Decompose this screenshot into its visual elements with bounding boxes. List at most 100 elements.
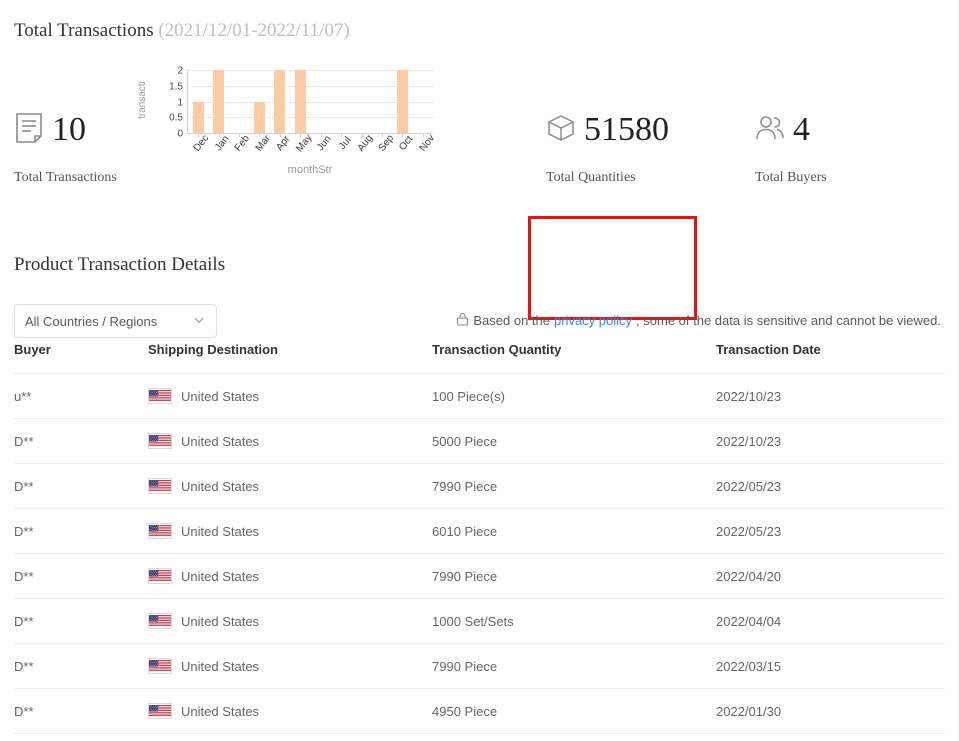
- us-flag-icon: [148, 703, 172, 719]
- cell-shipping-destination: United States: [148, 643, 432, 689]
- users-icon: [755, 114, 785, 147]
- kpi-value: 4: [793, 111, 810, 148]
- kpi-total-buyers: 4 Total Buyers: [755, 108, 959, 186]
- country-region-select[interactable]: All Countries / Regions: [14, 304, 217, 338]
- cell-transaction-date: 2022/04/04: [716, 598, 945, 644]
- cell-transaction-date: 2022/10/23: [716, 418, 945, 464]
- cell-transaction-quantity: 7990 Piece: [432, 643, 716, 689]
- privacy-policy-link[interactable]: privacy policy: [554, 313, 632, 328]
- document-icon: [14, 112, 44, 149]
- kpi-label: Total Quantities: [546, 170, 636, 185]
- chart-y-tick-label: 2: [177, 65, 183, 77]
- filter-row: All Countries / Regions Based on the pri…: [0, 304, 959, 338]
- box-icon: [546, 113, 576, 148]
- destination-name: United States: [181, 568, 260, 584]
- kpi-total-transactions: 10 Total Transactions: [14, 108, 244, 186]
- chart-y-tick-label: 1.5: [169, 81, 183, 93]
- cell-buyer: D**: [14, 598, 148, 644]
- table-row[interactable]: D** United States 7990 Piece 2022/05/23: [14, 463, 945, 509]
- destination-name: United States: [181, 703, 260, 719]
- table-row[interactable]: D** United States 6010 Piece 2022/05/23: [14, 508, 945, 554]
- cell-transaction-quantity: 7990 Piece: [432, 553, 716, 599]
- table-header-row: Buyer Shipping Destination Transaction Q…: [14, 342, 945, 374]
- cell-transaction-date: 2022/01/30: [716, 688, 945, 734]
- table-row[interactable]: D** United States 7990 Piece 2022/04/20: [14, 553, 945, 599]
- table-row[interactable]: D** United States 7990 Piece 2022/03/15: [14, 643, 945, 689]
- destination-wrapper: United States: [148, 433, 432, 449]
- cell-buyer: D**: [14, 463, 148, 509]
- us-flag-icon: [148, 478, 172, 494]
- kpi-total-quantities: 51580 Total Quantities: [546, 108, 776, 186]
- cell-transaction-date: 2022/10/23: [716, 373, 945, 419]
- cell-buyer: D**: [14, 688, 148, 734]
- us-flag-icon: [148, 388, 172, 404]
- cell-shipping-destination: United States: [148, 373, 432, 419]
- destination-wrapper: United States: [148, 613, 432, 629]
- cell-buyer: D**: [14, 553, 148, 599]
- cell-buyer: u**: [14, 373, 148, 419]
- column-header-buyer: Buyer: [14, 342, 148, 374]
- cell-buyer: D**: [14, 418, 148, 464]
- cell-shipping-destination: United States: [148, 553, 432, 599]
- cell-shipping-destination: United States: [148, 508, 432, 554]
- chevron-down-icon: [192, 313, 206, 330]
- lock-icon: [456, 312, 469, 329]
- destination-name: United States: [181, 478, 260, 494]
- table-row[interactable]: D** United States 4950 Piece 2022/01/30: [14, 688, 945, 734]
- table-row[interactable]: D** United States 5000 Piece 2022/10/23: [14, 418, 945, 464]
- destination-name: United States: [181, 658, 260, 674]
- destination-wrapper: United States: [148, 388, 432, 404]
- kpi-strip: 10 Total Transactions 51580 Total Quanti…: [0, 108, 959, 320]
- column-header-transaction-quantity: Transaction Quantity: [432, 342, 716, 374]
- kpi-label: Total Buyers: [755, 170, 827, 185]
- cell-shipping-destination: United States: [148, 463, 432, 509]
- destination-name: United States: [181, 613, 260, 629]
- cell-transaction-quantity: 1000 Set/Sets: [432, 598, 716, 644]
- privacy-note-suffix: , some of the data is sensitive and cann…: [636, 313, 941, 328]
- destination-name: United States: [181, 433, 260, 449]
- table-row[interactable]: u** United States 100 Piece(s) 2022/10/23: [14, 373, 945, 419]
- privacy-note: Based on the privacy policy , some of the…: [456, 312, 941, 329]
- cell-transaction-quantity: 5000 Piece: [432, 418, 716, 464]
- cell-transaction-quantity: 4950 Piece: [432, 688, 716, 734]
- cell-shipping-destination: United States: [148, 598, 432, 644]
- cell-transaction-date: 2022/04/20: [716, 553, 945, 599]
- overview-date-range: (2021/12/01-2022/11/07): [158, 20, 350, 41]
- cell-transaction-quantity: 6010 Piece: [432, 508, 716, 554]
- table-row[interactable]: D** United States 1000 Set/Sets 2022/04/04: [14, 598, 945, 644]
- destination-name: United States: [181, 523, 260, 539]
- cell-buyer: D**: [14, 508, 148, 554]
- destination-wrapper: United States: [148, 703, 432, 719]
- us-flag-icon: [148, 613, 172, 629]
- us-flag-icon: [148, 523, 172, 539]
- overview-title-text: Total Transactions: [14, 20, 154, 41]
- transactions-table-body: u** United States 100 Piece(s) 2022/10/23 D*…: [14, 373, 945, 734]
- destination-name: United States: [181, 388, 260, 404]
- column-header-shipping-destination: Shipping Destination: [148, 342, 432, 374]
- us-flag-icon: [148, 568, 172, 584]
- column-header-transaction-date: Transaction Date: [716, 342, 945, 374]
- cell-shipping-destination: United States: [148, 688, 432, 734]
- privacy-note-prefix: Based on the: [473, 313, 550, 328]
- kpi-value: 51580: [584, 111, 669, 148]
- chart-y-tick-label: 1: [177, 97, 183, 108]
- cell-transaction-date: 2022/05/23: [716, 463, 945, 509]
- page-title: Total Transactions (2021/12/01-2022/11/0…: [14, 20, 350, 42]
- country-region-select-value: All Countries / Regions: [25, 313, 158, 329]
- us-flag-icon: [148, 433, 172, 449]
- us-flag-icon: [148, 658, 172, 674]
- kpi-label: Total Transactions: [14, 170, 117, 185]
- cell-transaction-quantity: 100 Piece(s): [432, 373, 716, 419]
- cell-transaction-date: 2022/05/23: [716, 508, 945, 554]
- destination-wrapper: United States: [148, 658, 432, 674]
- cell-transaction-date: 2022/03/15: [716, 643, 945, 689]
- destination-wrapper: United States: [148, 523, 432, 539]
- destination-wrapper: United States: [148, 568, 432, 584]
- transactions-table: Buyer Shipping Destination Transaction Q…: [14, 342, 945, 734]
- cell-transaction-quantity: 7990 Piece: [432, 463, 716, 509]
- destination-wrapper: United States: [148, 478, 432, 494]
- transactions-page: Total Transactions (2021/12/01-2022/11/0…: [0, 0, 959, 741]
- cell-buyer: D**: [14, 643, 148, 689]
- kpi-value: 10: [52, 111, 86, 148]
- cell-shipping-destination: United States: [148, 418, 432, 464]
